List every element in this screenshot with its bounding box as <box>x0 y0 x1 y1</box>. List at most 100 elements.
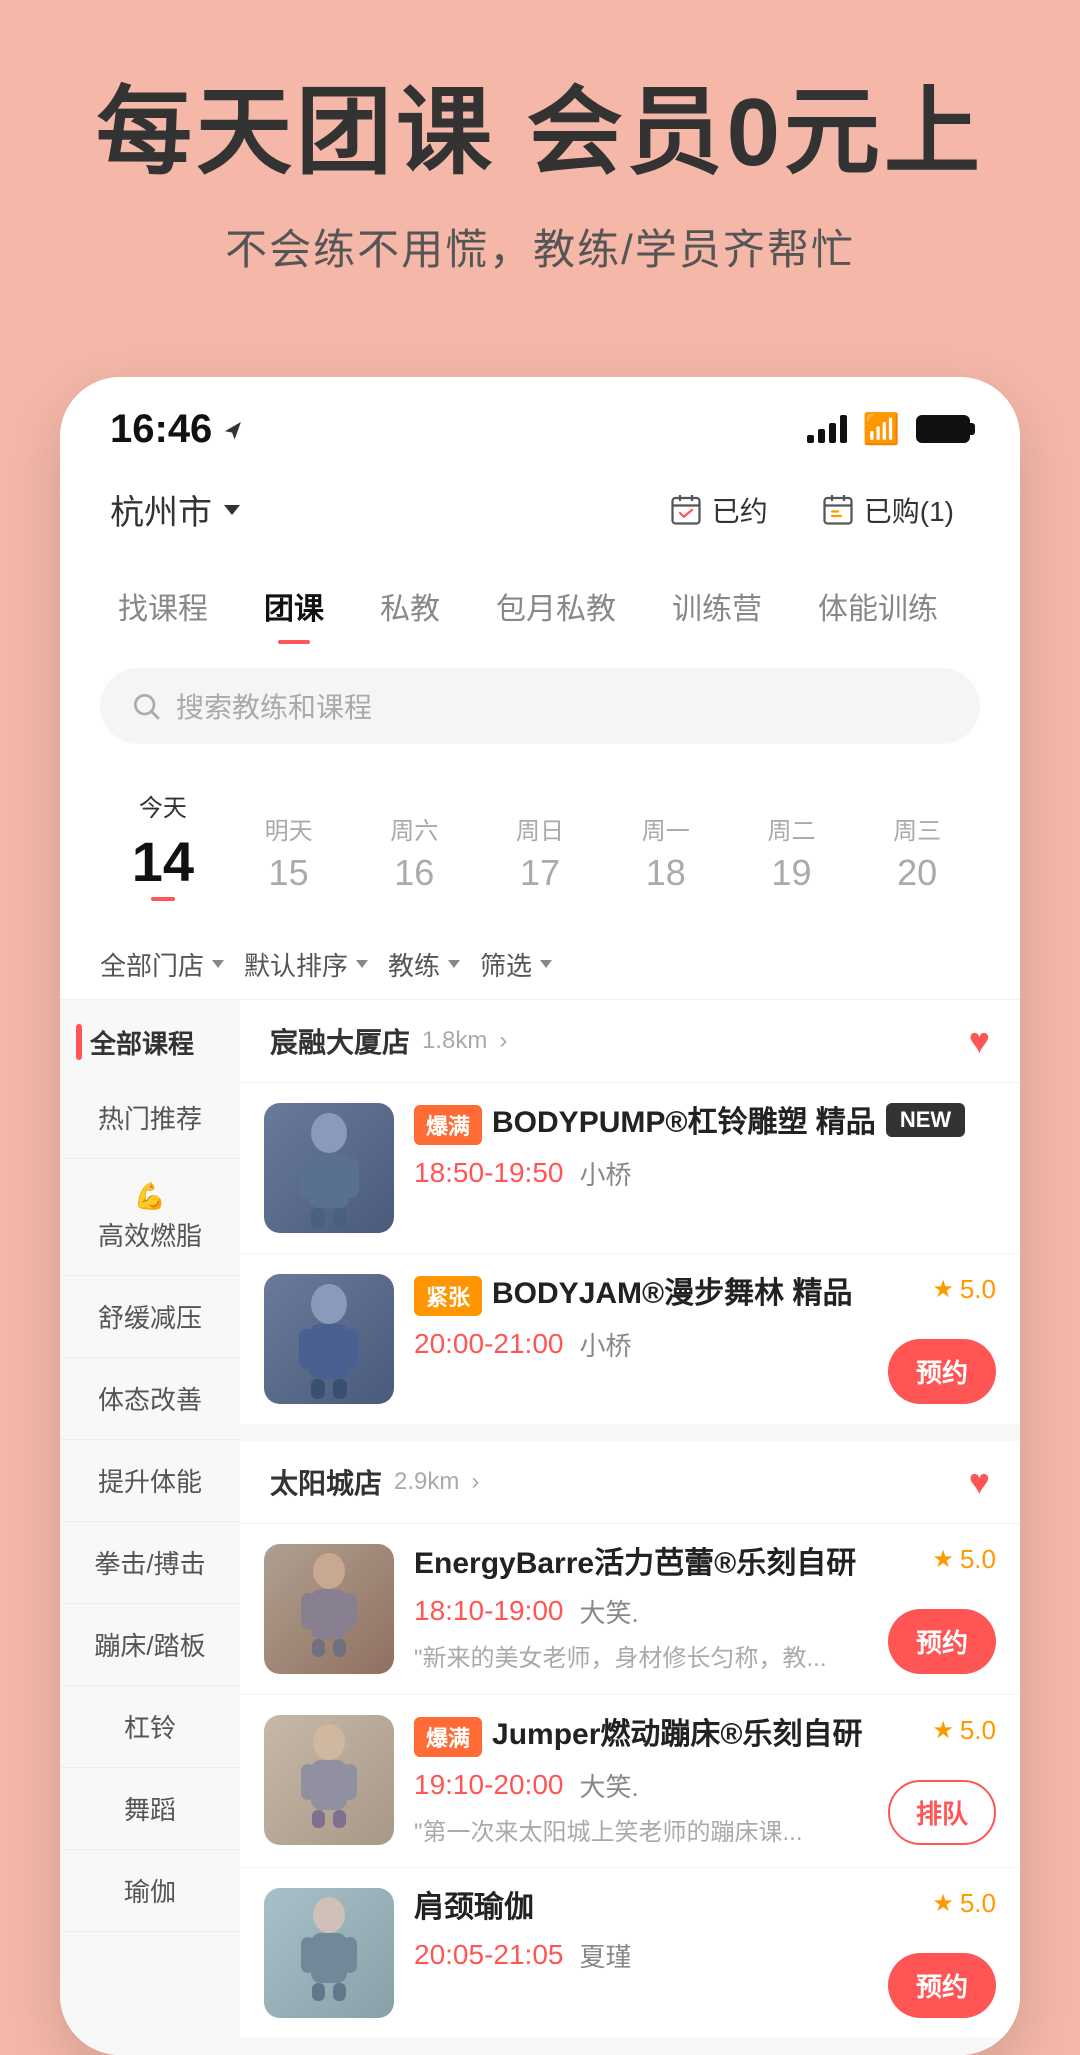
course-meta: 19:10-20:00 大笑. <box>414 1767 868 1804</box>
wifi-icon: 📶 <box>863 412 900 447</box>
course-info: EnergyBarre活力芭蕾®乐刻自研 18:10-19:00 大笑. "新来… <box>414 1544 868 1673</box>
course-title-row: 肩颈瑜伽 <box>414 1888 868 1927</box>
tab-training-camp[interactable]: 训练营 <box>644 568 790 652</box>
location-dropdown-arrow <box>224 505 240 515</box>
store-info-1[interactable]: 宸融大厦店 1.8km › <box>270 1021 507 1061</box>
sidebar-item-barbell[interactable]: 杠铃 <box>60 1686 240 1768</box>
queue-button[interactable]: 排队 <box>888 1780 996 1845</box>
search-placeholder: 搜索教练和课程 <box>176 686 372 726</box>
booked-button[interactable]: 已约 <box>652 482 784 538</box>
course-rating: ★ 5.0 <box>932 1274 996 1305</box>
date-mon[interactable]: 周一 18 <box>603 803 729 910</box>
sidebar-item-boxing[interactable]: 拳击/搏击 <box>60 1522 240 1604</box>
sidebar-item-popular[interactable]: 热门推荐 <box>60 1077 240 1159</box>
course-desc: "新来的美女老师，身材修长匀称，教... <box>414 1638 868 1673</box>
course-item: 紧张 BODYJAM®漫步舞林 精品 20:00-21:00 小桥 ★ <box>240 1254 1020 1425</box>
course-name: Jumper燃动蹦床®乐刻自研 <box>492 1715 862 1754</box>
date-sat[interactable]: 周六 16 <box>351 803 477 910</box>
star-icon: ★ <box>932 1545 954 1574</box>
book-button[interactable]: 预约 <box>888 1339 996 1404</box>
status-time: 16:46 <box>110 407 246 452</box>
filter-more[interactable]: 筛选 <box>480 946 552 983</box>
location-selector[interactable]: 杭州市 <box>110 485 240 534</box>
course-tag-hot: 爆满 <box>414 1105 482 1145</box>
trainer-silhouette-2 <box>289 1279 369 1399</box>
course-thumbnail <box>264 1715 394 1845</box>
date-tomorrow[interactable]: 明天 15 <box>226 803 352 910</box>
course-title-row: 紧张 BODYJAM®漫步舞林 精品 <box>414 1274 868 1316</box>
filter-store[interactable]: 全部门店 <box>100 946 224 983</box>
course-desc: "第一次来太阳城上笑老师的蹦床课... <box>414 1812 868 1847</box>
sidebar-item-burnfat[interactable]: 💪 高效燃脂 <box>60 1159 240 1276</box>
store-info-2[interactable]: 太阳城店 2.9km › <box>270 1462 479 1502</box>
course-meta: 18:50-19:50 小桥 <box>414 1155 996 1192</box>
phone-frame: 16:46 📶 杭州市 <box>60 377 1020 2055</box>
battery-icon <box>916 415 970 443</box>
book-button[interactable]: 预约 <box>888 1953 996 2018</box>
sidebar-item-trampoline[interactable]: 蹦床/踏板 <box>60 1604 240 1686</box>
filter-sort[interactable]: 默认排序 <box>244 946 368 983</box>
store-header-2: 太阳城店 2.9km › ♥ <box>240 1441 1020 1524</box>
course-item: 肩颈瑜伽 20:05-21:05 夏瑾 ★ 5.0 <box>240 1868 1020 2039</box>
hero-title: 每天团课 会员0元上 <box>60 80 1020 186</box>
course-tag-hot-2: 爆满 <box>414 1717 482 1757</box>
date-tue[interactable]: 周二 19 <box>729 803 855 910</box>
tab-find-course[interactable]: 找课程 <box>90 568 236 652</box>
course-thumbnail <box>264 1274 394 1404</box>
purchased-button[interactable]: 已购(1) <box>804 482 970 538</box>
course-title-row: EnergyBarre活力芭蕾®乐刻自研 <box>414 1544 868 1583</box>
sidebar-item-dance[interactable]: 舞蹈 <box>60 1768 240 1850</box>
course-meta: 20:05-21:05 夏瑾 <box>414 1937 868 1974</box>
filter-trainer[interactable]: 教练 <box>388 946 460 983</box>
phone-wrapper: 16:46 📶 杭州市 <box>0 337 1080 2055</box>
filter-sort-arrow <box>356 960 368 968</box>
course-name: BODYJAM®漫步舞林 精品 <box>492 1274 852 1313</box>
trainer-silhouette-5 <box>289 1893 369 2013</box>
store-section-1: 宸融大厦店 1.8km › ♥ <box>240 1000 1020 1425</box>
search-bar[interactable]: 搜索教练和课程 <box>100 668 980 744</box>
store-favorite-icon[interactable]: ♥ <box>969 1020 990 1062</box>
filter-more-arrow <box>540 960 552 968</box>
category-tabs: 找课程 团课 私教 包月私教 训练营 体能训练 <box>60 548 1020 652</box>
tab-monthly-pt[interactable]: 包月私教 <box>468 568 644 652</box>
course-thumbnail <box>264 1544 394 1674</box>
tab-fitness-training[interactable]: 体能训练 <box>790 568 966 652</box>
date-wed[interactable]: 周三 20 <box>854 803 980 910</box>
course-right: ★ 5.0 预约 <box>888 1544 996 1674</box>
trainer-silhouette-4 <box>289 1720 369 1840</box>
store-section-2: 太阳城店 2.9km › ♥ <box>240 1441 1020 2039</box>
course-title-row: 爆满 Jumper燃动蹦床®乐刻自研 <box>414 1715 868 1757</box>
status-bar: 16:46 📶 <box>60 377 1020 462</box>
top-nav: 杭州市 已约 已 <box>60 462 1020 548</box>
course-meta: 18:10-19:00 大笑. <box>414 1593 868 1630</box>
book-button[interactable]: 预约 <box>888 1609 996 1674</box>
course-info: 爆满 BODYPUMP®杠铃雕塑 精品 NEW 18:50-19:50 小桥 <box>414 1103 996 1192</box>
sidebar-item-fitness[interactable]: 提升体能 <box>60 1440 240 1522</box>
sidebar-item-relax[interactable]: 舒缓减压 <box>60 1276 240 1358</box>
course-right: ★ 5.0 预约 <box>888 1888 996 2018</box>
store-chevron-icon-2: › <box>471 1468 479 1496</box>
sidebar-item-posture[interactable]: 体态改善 <box>60 1358 240 1440</box>
course-info: 肩颈瑜伽 20:05-21:05 夏瑾 <box>414 1888 868 1974</box>
star-icon: ★ <box>932 1275 954 1304</box>
course-title-row: 爆满 BODYPUMP®杠铃雕塑 精品 NEW <box>414 1103 996 1145</box>
course-name: EnergyBarre活力芭蕾®乐刻自研 <box>414 1544 856 1583</box>
star-icon: ★ <box>932 1889 954 1918</box>
store-favorite-icon-2[interactable]: ♥ <box>969 1461 990 1503</box>
tab-personal-training[interactable]: 私教 <box>352 568 468 652</box>
date-sun[interactable]: 周日 17 <box>477 803 603 910</box>
status-icons: 📶 <box>807 412 970 447</box>
nav-actions: 已约 已购(1) <box>652 482 970 538</box>
tab-group-class[interactable]: 团课 <box>236 568 352 652</box>
purchase-icon <box>820 492 856 528</box>
course-right: ★ 5.0 预约 <box>888 1274 996 1404</box>
date-today[interactable]: 今天 14 <box>100 780 226 910</box>
sidebar-item-yoga[interactable]: 瑜伽 <box>60 1850 240 1932</box>
signal-icon <box>807 415 847 443</box>
course-rating: ★ 5.0 <box>932 1715 996 1746</box>
course-thumbnail <box>264 1888 394 2018</box>
course-item: EnergyBarre活力芭蕾®乐刻自研 18:10-19:00 大笑. "新来… <box>240 1524 1020 1695</box>
course-info: 紧张 BODYJAM®漫步舞林 精品 20:00-21:00 小桥 <box>414 1274 868 1363</box>
trainer-silhouette-3 <box>289 1549 369 1669</box>
search-icon <box>130 690 162 722</box>
